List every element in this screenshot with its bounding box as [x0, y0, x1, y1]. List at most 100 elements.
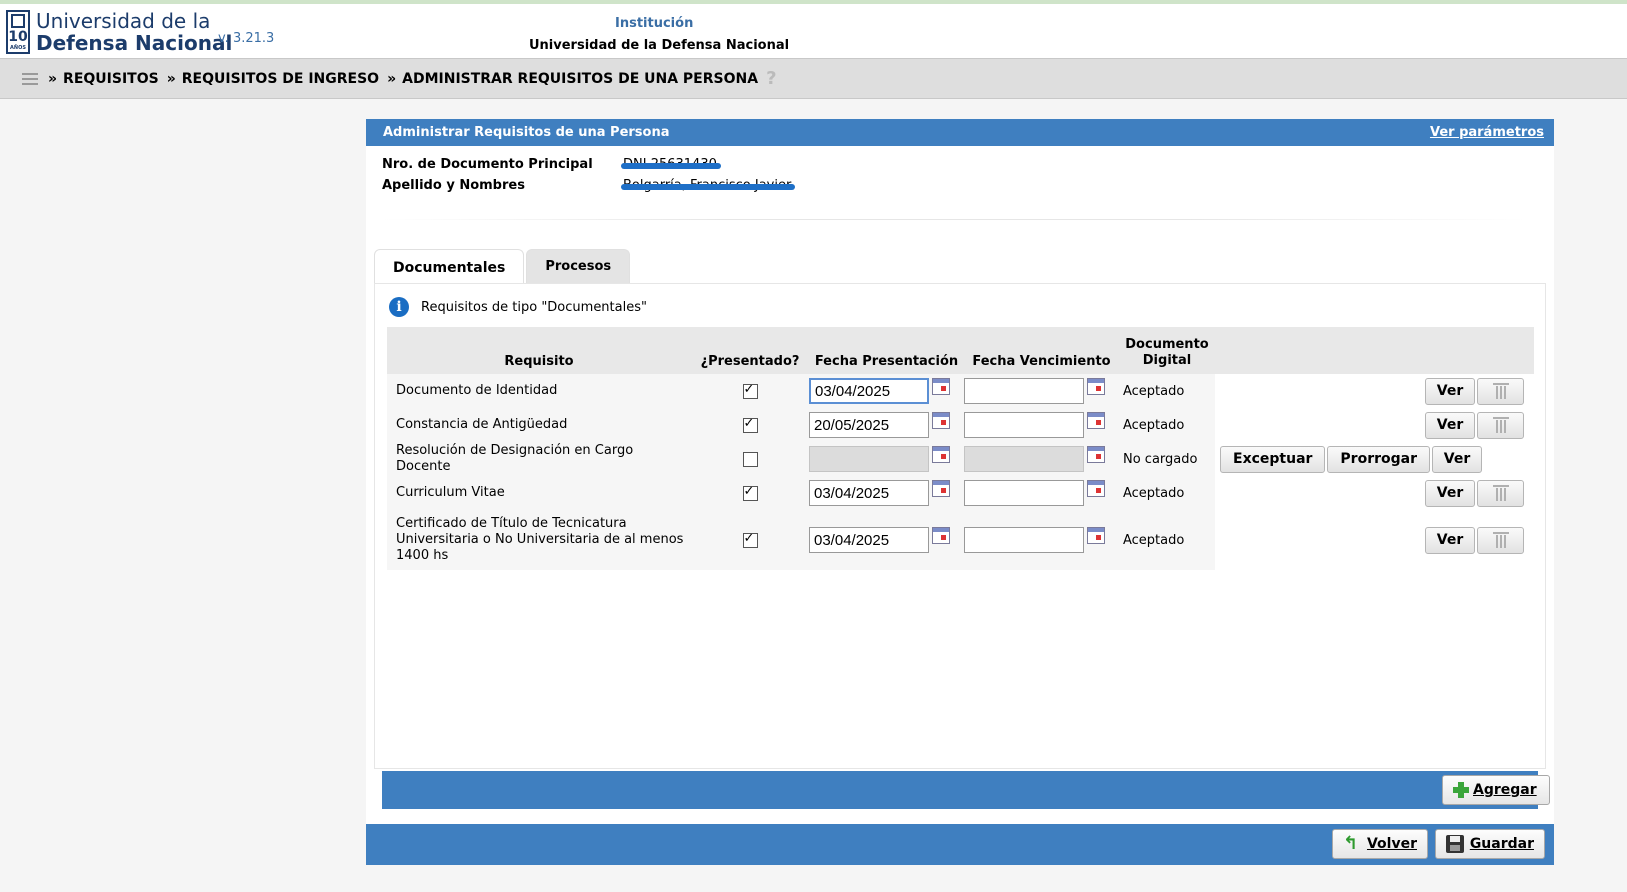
breadcrumb-separator: »: [387, 70, 397, 87]
exceptuar-button[interactable]: Exceptuar: [1220, 445, 1326, 473]
volver-button[interactable]: ↰ Volver: [1332, 829, 1428, 859]
doc-value: DNI 25631430: [621, 157, 721, 172]
ver-button[interactable]: Ver: [1425, 377, 1475, 405]
logo-line-1: Universidad de la: [36, 9, 211, 33]
logo-badge-number: 10: [8, 28, 28, 45]
table-row: Certificado de Título de Tecnicatura Uni…: [387, 510, 1534, 570]
logo-badge-sub: AÑOS: [10, 45, 26, 51]
row-requisito: Constancia de Antigüedad: [387, 408, 691, 442]
save-icon: [1446, 835, 1464, 853]
calendar-icon[interactable]: [1087, 527, 1105, 544]
fecha-vencimiento-input: [964, 446, 1084, 472]
ver-button[interactable]: Ver: [1425, 479, 1475, 507]
agregar-button[interactable]: Agregar: [1442, 775, 1550, 805]
row-requisito: Documento de Identidad: [387, 374, 691, 408]
delete-button[interactable]: [1477, 526, 1524, 554]
presentado-checkbox[interactable]: [742, 484, 758, 501]
guardar-button[interactable]: Guardar: [1435, 829, 1545, 859]
ver-parametros-link[interactable]: Ver parámetros: [1430, 125, 1544, 140]
calendar-icon[interactable]: [932, 527, 950, 544]
volver-label: Volver: [1366, 836, 1417, 852]
documento-estado: Aceptado: [1119, 510, 1215, 570]
guardar-label: Guardar: [1469, 836, 1534, 852]
notice: i Requisitos de tipo "Documentales": [389, 297, 647, 317]
plus-icon: [1453, 782, 1469, 798]
tab-documentales[interactable]: Documentales: [374, 249, 525, 285]
agregar-label: Agregar: [1473, 782, 1537, 798]
calendar-icon[interactable]: [1087, 446, 1105, 463]
breadcrumb-item-requisitos[interactable]: REQUISITOS: [63, 71, 159, 87]
app-header: 10 AÑOS Universidad de la Defensa Nacion…: [0, 0, 1627, 58]
panel-title-bar: Administrar Requisitos de una Persona Ve…: [366, 119, 1554, 146]
calendar-icon[interactable]: [932, 480, 950, 497]
trash-icon: [1492, 383, 1509, 399]
presentado-checkbox[interactable]: [742, 382, 758, 399]
presentado-checkbox[interactable]: [742, 451, 758, 467]
fecha-presentacion-input[interactable]: [809, 412, 929, 438]
fecha-presentacion-input: [809, 446, 929, 472]
ver-button[interactable]: Ver: [1425, 526, 1475, 554]
fecha-presentacion-input[interactable]: [809, 480, 929, 506]
calendar-icon[interactable]: [1087, 480, 1105, 497]
calendar-icon[interactable]: [932, 412, 950, 429]
documento-estado: Aceptado: [1119, 408, 1215, 442]
fecha-vencimiento-input[interactable]: [964, 412, 1084, 438]
col-fecha-vencimiento: Fecha Vencimiento: [964, 327, 1119, 374]
col-presentado: ¿Presentado?: [691, 327, 809, 374]
app-version: v. 3.21.3: [218, 31, 275, 46]
notice-text: Requisitos de tipo "Documentales": [421, 299, 647, 315]
col-actions: [1215, 327, 1534, 374]
documento-estado: Aceptado: [1119, 476, 1215, 510]
doc-label: Nro. de Documento Principal: [382, 157, 593, 172]
menu-icon[interactable]: [22, 72, 38, 85]
calendar-icon[interactable]: [932, 378, 950, 395]
institution-name: Universidad de la Defensa Nacional: [529, 38, 790, 53]
university-logo[interactable]: 10 AÑOS Universidad de la Defensa Nacion…: [6, 10, 232, 54]
delete-button[interactable]: [1477, 377, 1524, 405]
breadcrumb-separator: »: [166, 70, 176, 87]
fecha-presentacion-input[interactable]: [809, 378, 929, 404]
calendar-icon[interactable]: [1087, 412, 1105, 429]
name-label: Apellido y Nombres: [382, 178, 525, 193]
info-icon: i: [389, 297, 409, 317]
help-icon[interactable]: ?: [766, 68, 780, 89]
tab-procesos[interactable]: Procesos: [526, 249, 631, 283]
requirements-table: Requisito ¿Presentado? Fecha Presentació…: [387, 327, 1534, 570]
delete-button[interactable]: [1477, 479, 1524, 507]
documento-estado: No cargado: [1119, 442, 1215, 476]
tab-content: i Requisitos de tipo "Documentales" Requ…: [374, 283, 1546, 769]
fecha-vencimiento-input[interactable]: [964, 480, 1084, 506]
fecha-vencimiento-input[interactable]: [964, 527, 1084, 553]
delete-button[interactable]: [1477, 411, 1524, 439]
table-row: Resolución de Designación en Cargo Docen…: [387, 442, 1534, 476]
back-arrow-icon: ↰: [1343, 833, 1359, 854]
documento-estado: Aceptado: [1119, 374, 1215, 408]
table-row: Constancia de Antigüedad Aceptado Ver: [387, 408, 1534, 442]
tab-bar: Documentales Procesos: [374, 249, 632, 285]
main-panel: Administrar Requisitos de una Persona Ve…: [366, 119, 1554, 865]
presentado-checkbox[interactable]: [742, 531, 758, 548]
col-documento-digital: Documento Digital: [1119, 327, 1215, 374]
row-requisito: Curriculum Vitae: [387, 476, 691, 510]
panel-footer-bar: ↰ Volver Guardar: [366, 824, 1554, 865]
table-row: Curriculum Vitae Aceptado Ver: [387, 476, 1534, 510]
presentado-checkbox[interactable]: [742, 416, 758, 433]
institution-label: Institución: [615, 16, 694, 31]
fecha-presentacion-input[interactable]: [809, 527, 929, 553]
ver-button[interactable]: Ver: [1425, 411, 1475, 439]
prorrogar-button[interactable]: Prorrogar: [1327, 445, 1431, 473]
person-info: Nro. de Documento Principal DNI 25631430…: [382, 154, 796, 196]
calendar-icon[interactable]: [1087, 378, 1105, 395]
divider: [382, 219, 1526, 220]
logo-line-2: Defensa Nacional: [36, 31, 233, 55]
breadcrumb-item-administrar: ADMINISTRAR REQUISITOS DE UNA PERSONA: [402, 70, 759, 87]
panel-title: Administrar Requisitos de una Persona: [383, 125, 670, 140]
fecha-vencimiento-input[interactable]: [964, 378, 1084, 404]
breadcrumb-separator: »: [48, 70, 58, 87]
breadcrumb-item-requisitos-ingreso[interactable]: REQUISITOS DE INGRESO: [182, 71, 379, 87]
ver-button[interactable]: Ver: [1432, 445, 1483, 473]
logo-badge-icon: 10 AÑOS: [6, 10, 30, 54]
table-row: Documento de Identidad Aceptado Ver: [387, 374, 1534, 408]
tab-footer-bar: Agregar: [382, 771, 1550, 809]
calendar-icon[interactable]: [932, 446, 950, 463]
